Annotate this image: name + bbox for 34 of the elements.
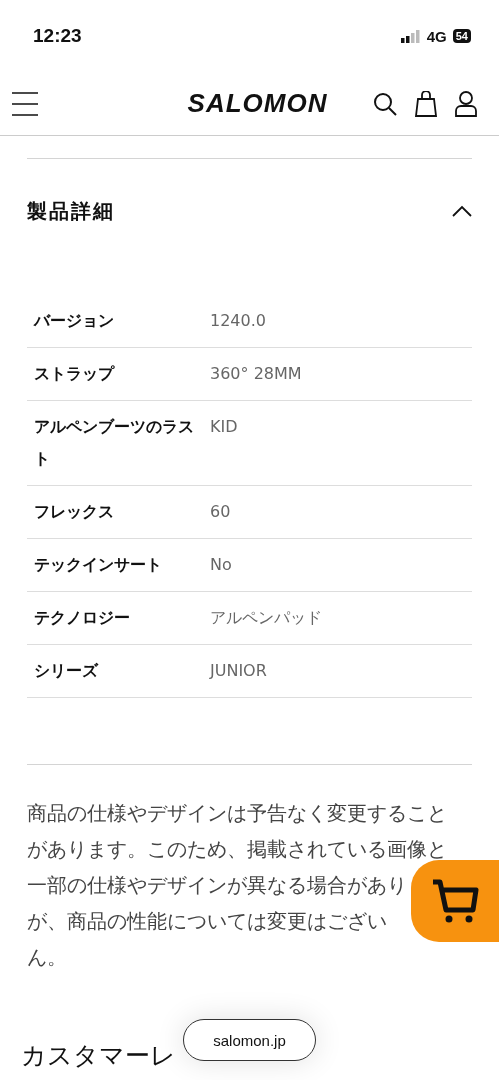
brand-logo[interactable]: SALOMON [142, 88, 373, 119]
spec-value: JUNIOR [210, 660, 268, 682]
notice-text: が、商品の性能については変更はござい [27, 908, 387, 935]
spec-label: フレックス [34, 501, 115, 523]
spec-value: No [210, 554, 233, 576]
network-label: 4G [426, 27, 447, 45]
shopping-bag-icon[interactable] [415, 90, 437, 117]
section-title[interactable]: 製品詳細 [27, 197, 115, 225]
notice-text: 一部の仕様やデザインが異なる場合があり [27, 872, 407, 899]
notice-text: ん。 [27, 944, 67, 971]
cart-button[interactable] [411, 860, 499, 942]
menu-icon[interactable] [12, 91, 38, 116]
search-icon[interactable] [373, 91, 397, 116]
spec-value: 60 [210, 501, 232, 523]
battery-indicator: 54 [452, 29, 471, 43]
spec-label: ストラップ [34, 363, 116, 385]
status-time: 12:23 [33, 25, 82, 47]
spec-label: バージョン [34, 310, 115, 332]
spec-label: シリーズ [34, 660, 100, 682]
notice-text: 商品の仕様やデザインは予告なく変更すること [27, 800, 447, 827]
spec-label: テクノロジー [34, 607, 131, 629]
notice-text: があります。このため、掲載されている画像と [27, 836, 447, 863]
spec-value: 1240.0 [210, 310, 267, 332]
signal-icon [400, 29, 421, 43]
cart-icon [431, 878, 479, 924]
spec-value: 360° 28MM [210, 363, 303, 385]
spec-value: KID [210, 416, 239, 438]
section-title[interactable]: カスタマーレ [21, 1038, 176, 1072]
url-bar[interactable]: salomon.jp [183, 1019, 316, 1061]
spec-label: テックインサート [34, 554, 163, 576]
spec-value: アルペンパッド [210, 607, 323, 629]
spec-label: アルペンブーツのラスト [34, 416, 194, 470]
chevron-up-icon[interactable] [452, 205, 472, 217]
user-icon[interactable] [455, 90, 477, 117]
